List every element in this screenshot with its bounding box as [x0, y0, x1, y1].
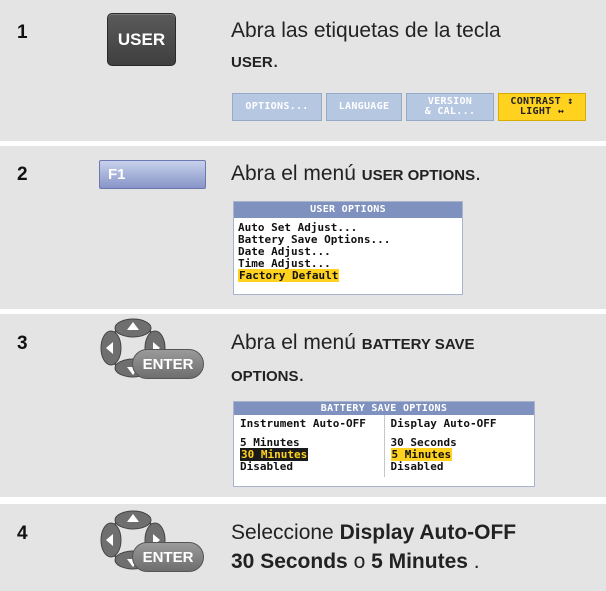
softkey-language[interactable]: LANGUAGE [326, 93, 402, 121]
display-auto-off-column: Display Auto-OFF 30 Seconds 5 Minutes Di… [383, 415, 535, 477]
step-number: 2 [17, 164, 28, 185]
softkey-version-cal[interactable]: VERSION & CAL... [406, 93, 494, 121]
enter-button[interactable]: ENTER [132, 349, 204, 379]
f1-key-button[interactable]: F1 [99, 160, 206, 189]
column-header: Instrument Auto-OFF [240, 417, 366, 430]
softkey-bar: OPTIONS... LANGUAGE VERSION & CAL... CONT… [232, 93, 586, 121]
user-options-menu: USER OPTIONS Auto Set Adjust... Battery … [233, 201, 463, 295]
column-header: Display Auto-OFF [390, 417, 497, 430]
step-number: 3 [17, 333, 28, 354]
step-description: Abra el menú BATTERY SAVE OPTIONS. [231, 331, 475, 386]
step-number: 4 [17, 523, 28, 544]
step-3: 3 ENTER Abra el menú BATTERY SAVE OPTION… [0, 314, 606, 497]
enter-button[interactable]: ENTER [132, 542, 204, 572]
battery-save-options-menu: BATTERY SAVE OPTIONS Instrument Auto-OFF… [233, 401, 535, 487]
menu-title: BATTERY SAVE OPTIONS [234, 402, 534, 415]
options-columns: Instrument Auto-OFF 5 Minutes 30 Minutes… [234, 415, 534, 477]
softkey-options[interactable]: OPTIONS... [232, 93, 322, 121]
step-description: Abra las etiquetas de la tecla USER. [231, 19, 501, 72]
menu-title: USER OPTIONS [234, 202, 462, 218]
step-2: 2 F1 Abra el menú USER OPTIONS. USER OPT… [0, 146, 606, 309]
step-number: 1 [17, 22, 28, 43]
step-4: 4 ENTER Seleccione Display Auto-OFF 30 S… [0, 504, 606, 591]
softkey-contrast-light[interactable]: CONTRAST ↕ LIGHT ↔ [498, 93, 586, 121]
step-1: 1 USER Abra las etiquetas de la tecla US… [0, 0, 606, 141]
instrument-auto-off-column: Instrument Auto-OFF 5 Minutes 30 Minutes… [234, 415, 384, 477]
menu-item-selected[interactable]: Factory Default [238, 269, 458, 282]
user-key-button[interactable]: USER [107, 13, 176, 66]
step-description: Abra el menú USER OPTIONS. [231, 162, 481, 185]
menu-list: Auto Set Adjust... Battery Save Options.… [234, 218, 462, 285]
option-item[interactable]: Disabled [240, 461, 378, 473]
option-item[interactable]: Disabled [391, 461, 529, 473]
step-description: Seleccione Display Auto-OFF 30 Seconds o… [231, 521, 517, 573]
